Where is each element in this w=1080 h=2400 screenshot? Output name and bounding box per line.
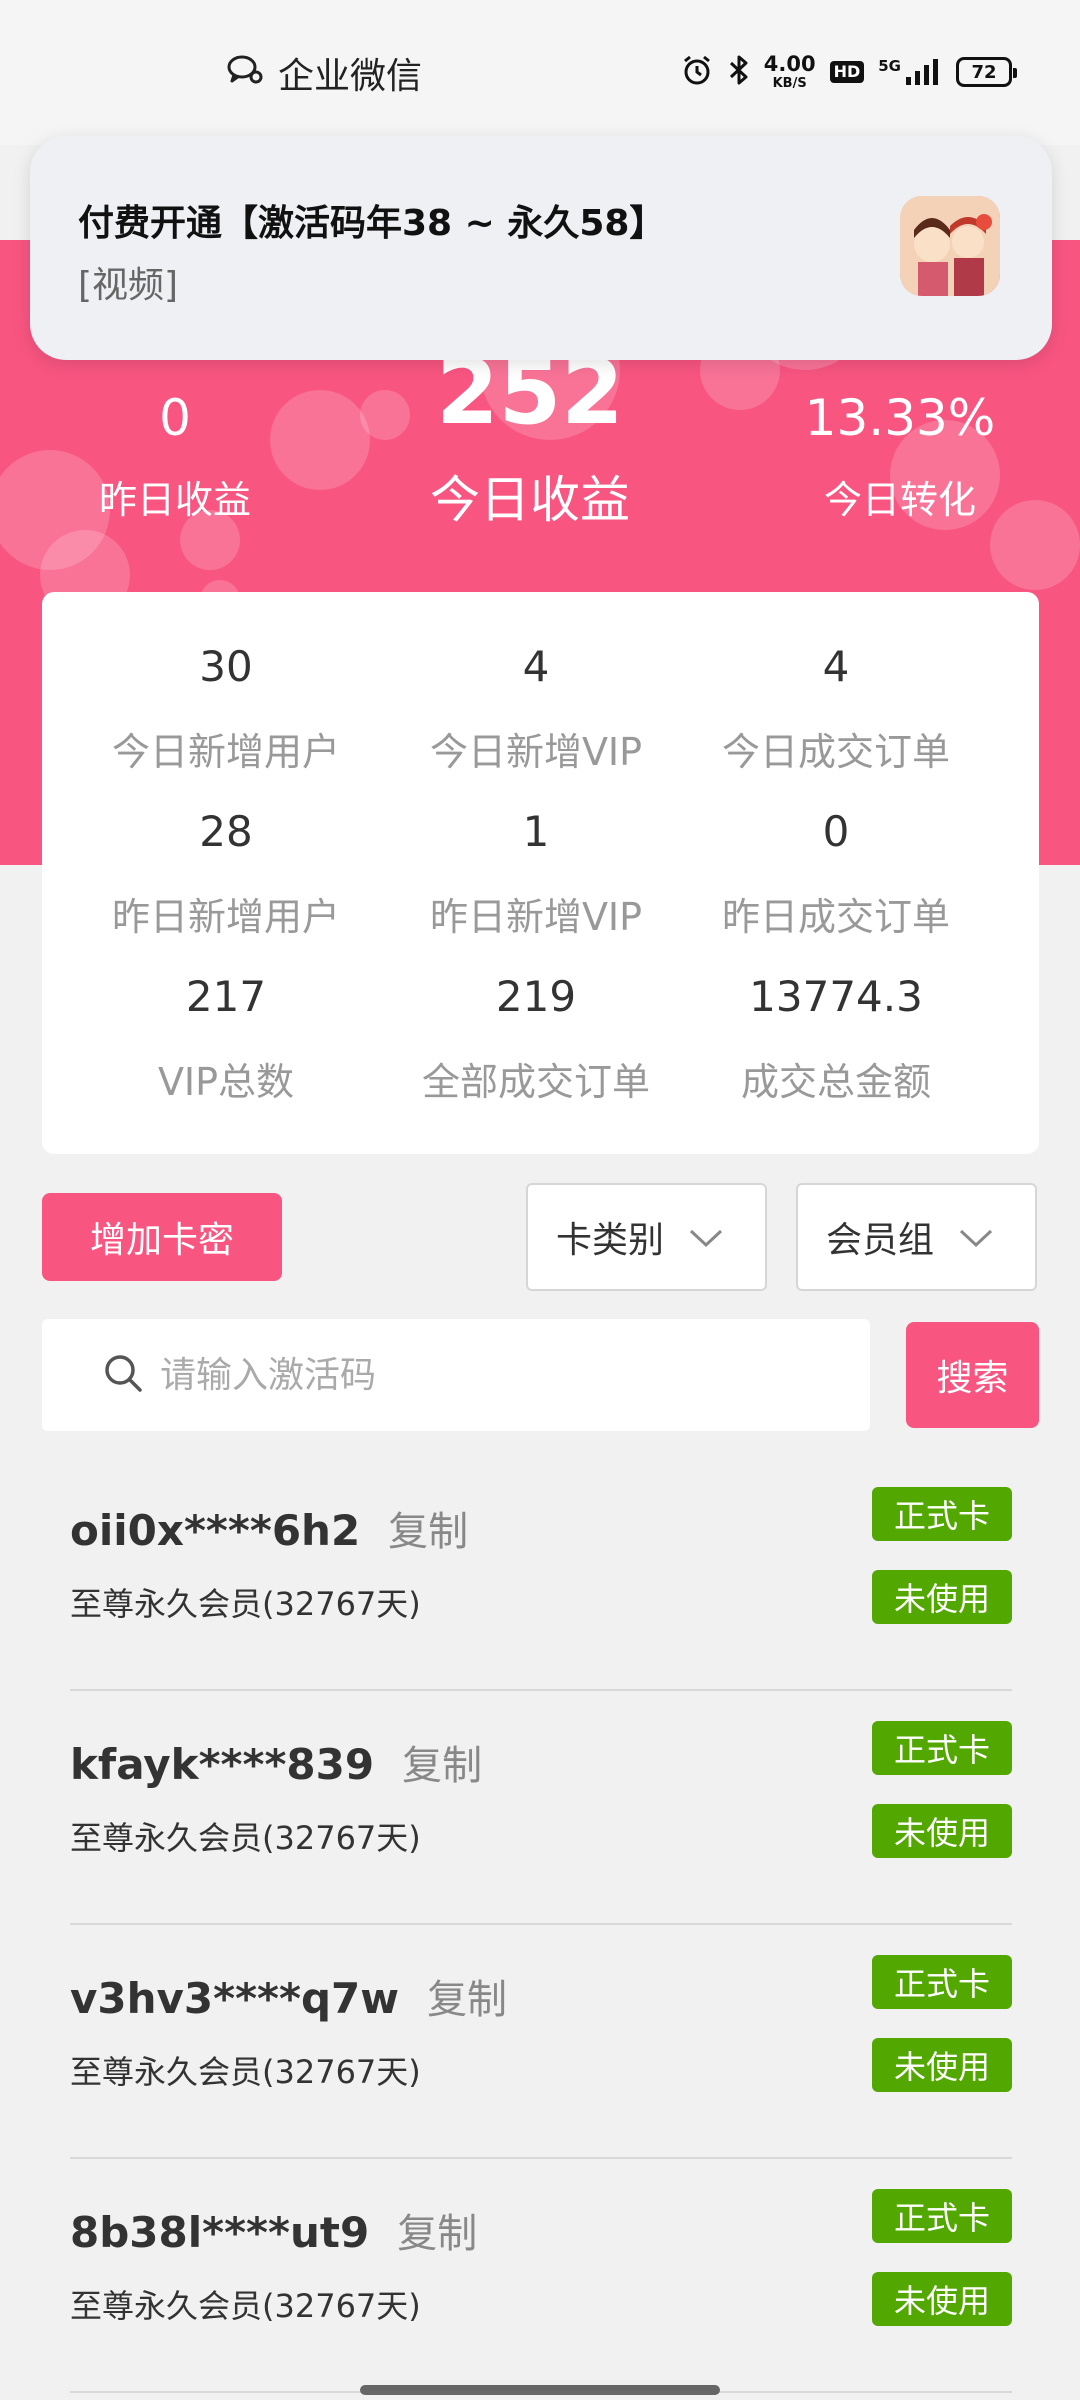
stat-value: 217 (185, 972, 267, 1021)
card-status-badge: 未使用 (872, 1804, 1012, 1858)
card-status-badge: 未使用 (872, 1570, 1012, 1624)
notification-subtitle: [视频] (78, 265, 179, 306)
stat-value: 1 (522, 807, 550, 856)
notification-banner[interactable]: 付费开通【激活码年38 ~ 永久58】 [视频] (30, 136, 1052, 360)
stat-yesterday-new-vip: 1 昨日新增VIP (386, 807, 686, 941)
stat-value: 30 (199, 642, 253, 691)
card-code-row: 8b38l****ut9 复制 (70, 2201, 477, 2259)
card-code-row: oii0x****6h2 复制 (70, 1499, 468, 1557)
card-code-row: v3hv3****q7w 复制 (70, 1967, 507, 2025)
net-speed-value: 4.00 (763, 52, 816, 76)
stat-yesterday-new-users: 28 昨日新增用户 (76, 807, 376, 941)
stat-total-amount: 13774.3 成交总金额 (686, 972, 986, 1106)
yesterday-income: 0 昨日收益 (70, 393, 280, 524)
search-box (42, 1319, 870, 1431)
today-conversion-label: 今日转化 (823, 478, 976, 522)
copy-button[interactable]: 复制 (402, 1733, 482, 1791)
search-icon (102, 1352, 144, 1398)
stat-value: 0 (822, 807, 850, 856)
today-income-value: 252 (436, 340, 624, 445)
stat-value: 13774.3 (749, 972, 923, 1021)
card-description: 至尊永久会员(32767天) (70, 2287, 421, 2325)
stat-value: 219 (495, 972, 577, 1021)
card-description: 至尊永久会员(32767天) (70, 2053, 421, 2091)
card-status-badge: 未使用 (872, 2038, 1012, 2092)
stat-label: 全部成交订单 (421, 1060, 650, 1104)
card-type-badge: 正式卡 (872, 1721, 1012, 1775)
member-group-dropdown-label: 会员组 (826, 1220, 935, 1261)
stat-label: 昨日成交订单 (721, 895, 950, 939)
signal-5g-icon: 5G (878, 57, 942, 87)
yesterday-income-value: 0 (159, 389, 191, 447)
list-item: 8b38l****ut9 复制 至尊永久会员(32767天) 正式卡 未使用 (70, 2159, 1012, 2393)
activation-code-input[interactable] (160, 1354, 860, 1396)
stat-yesterday-orders: 0 昨日成交订单 (686, 807, 986, 941)
notification-thumbnail (900, 196, 1000, 296)
stats-card: 30 今日新增用户 4 今日新增VIP 4 今日成交订单 28 昨日新增用户 1… (42, 592, 1039, 1154)
stat-today-orders: 4 今日成交订单 (686, 642, 986, 776)
stat-value: 4 (522, 642, 550, 691)
card-status-badge: 未使用 (872, 2272, 1012, 2326)
today-conversion: 13.33% 今日转化 (780, 393, 1020, 524)
stat-today-new-users: 30 今日新增用户 (76, 642, 376, 776)
copy-button[interactable]: 复制 (427, 1967, 507, 2025)
stat-today-new-vip: 4 今日新增VIP (386, 642, 686, 776)
notification-title: 付费开通【激活码年38 ~ 永久58】 (78, 203, 666, 244)
card-code: v3hv3****q7w (70, 1974, 400, 2023)
stat-label: 今日新增VIP (429, 730, 643, 774)
bluetooth-icon (728, 53, 750, 91)
stat-label: 昨日新增VIP (429, 895, 643, 939)
status-app-name: 企业微信 (278, 56, 423, 97)
chevron-down-icon (688, 1217, 724, 1258)
card-type-badge: 正式卡 (872, 1955, 1012, 2009)
card-code: 8b38l****ut9 (70, 2208, 370, 2257)
stat-label: 昨日新增用户 (111, 895, 340, 939)
list-item: v3hv3****q7w 复制 至尊永久会员(32767天) 正式卡 未使用 (70, 1925, 1012, 2159)
yesterday-income-label: 昨日收益 (98, 478, 251, 522)
stat-vip-total: 217 VIP总数 (76, 972, 376, 1106)
today-conversion-value: 13.33% (804, 389, 996, 447)
card-type-badge: 正式卡 (872, 2189, 1012, 2243)
stat-value: 28 (199, 807, 253, 856)
net-speed-unit: KB/S (772, 76, 807, 91)
today-income: 252 今日收益 (400, 348, 660, 532)
member-group-dropdown[interactable]: 会员组 (796, 1183, 1037, 1291)
home-indicator[interactable] (360, 2385, 720, 2395)
search-button[interactable]: 搜索 (906, 1322, 1039, 1428)
status-bar: 企业微信 4.00 KB/S HD 5G 72 (0, 0, 1080, 145)
card-type-dropdown[interactable]: 卡类别 (526, 1183, 767, 1291)
battery-icon: 72 (956, 57, 1017, 87)
copy-button[interactable]: 复制 (397, 2201, 477, 2259)
battery-level: 72 (971, 61, 997, 83)
copy-button[interactable]: 复制 (388, 1499, 468, 1557)
today-income-label: 今日收益 (430, 471, 630, 529)
card-code: oii0x****6h2 (70, 1506, 361, 1555)
stat-label: VIP总数 (157, 1060, 295, 1104)
alarm-icon (680, 53, 714, 91)
card-description: 至尊永久会员(32767天) (70, 1585, 421, 1623)
list-item: kfayk****839 复制 至尊永久会员(32767天) 正式卡 未使用 (70, 1691, 1012, 1925)
list-item: oii0x****6h2 复制 至尊永久会员(32767天) 正式卡 未使用 (70, 1457, 1012, 1691)
status-notification-app: 企业微信 (226, 48, 422, 98)
card-description: 至尊永久会员(32767天) (70, 1819, 421, 1857)
stat-all-orders: 219 全部成交订单 (386, 972, 686, 1106)
bokeh-decoration (270, 390, 370, 490)
status-icons: 4.00 KB/S HD 5G 72 (680, 50, 1017, 94)
network-label: 5G (878, 57, 901, 75)
card-type-badge: 正式卡 (872, 1487, 1012, 1541)
card-code: kfayk****839 (70, 1740, 375, 1789)
net-speed: 4.00 KB/S (763, 52, 816, 91)
card-type-dropdown-label: 卡类别 (556, 1220, 665, 1261)
chevron-down-icon (958, 1217, 994, 1258)
stat-label: 今日成交订单 (721, 730, 950, 774)
stat-label: 成交总金额 (740, 1060, 931, 1104)
wecom-icon (226, 53, 264, 94)
add-card-button[interactable]: 增加卡密 (42, 1193, 282, 1281)
hd-badge: HD (829, 61, 865, 83)
card-code-row: kfayk****839 复制 (70, 1733, 482, 1791)
stat-value: 4 (822, 642, 850, 691)
stat-label: 今日新增用户 (111, 730, 340, 774)
